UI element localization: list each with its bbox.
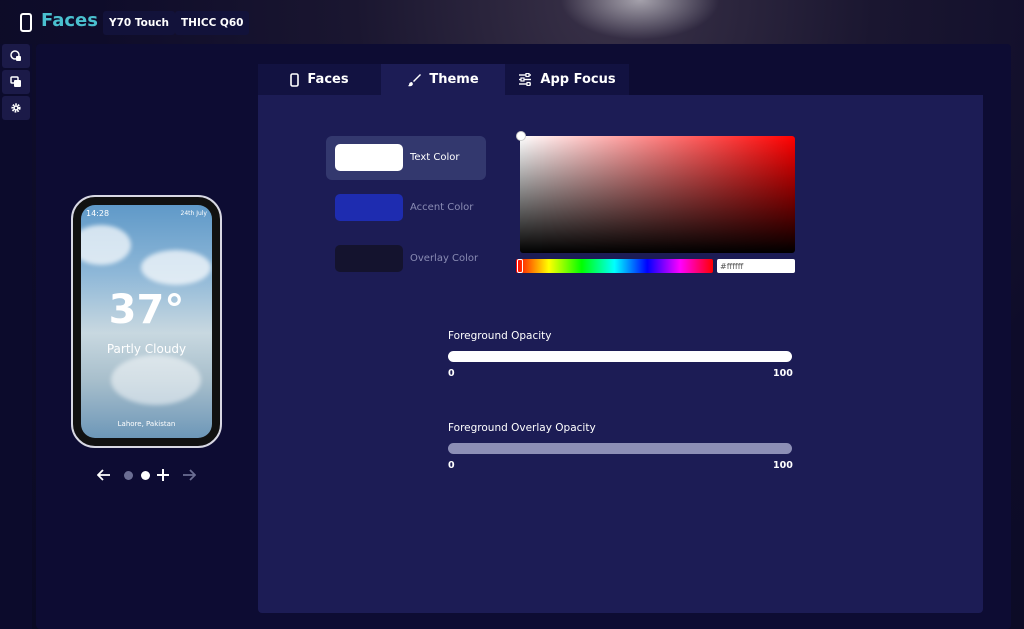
preview-location: Lahore, Pakistan [117, 420, 176, 428]
foreground-opacity-max: 100 [773, 368, 793, 379]
chat-icon [10, 50, 21, 61]
overlay-color-label: Overlay Color [410, 253, 479, 264]
device-tab-y70[interactable]: Y70 Touch [103, 11, 176, 35]
hue-slider[interactable] [516, 259, 713, 273]
watch-face-preview: 14:28 24th July 37° Partly Cloudy Lahore… [71, 195, 222, 448]
saturation-handle[interactable] [516, 131, 526, 141]
arrow-right-icon [183, 469, 196, 481]
foreground-overlay-opacity-max: 100 [773, 460, 793, 471]
top-bar: Faces Y70 Touch THICC Q60 [0, 0, 1024, 44]
faces-sidebar-button[interactable] [2, 44, 30, 68]
foreground-opacity-slider[interactable] [448, 351, 792, 362]
preview-screen: 14:28 24th July 37° Partly Cloudy Lahore… [81, 205, 212, 438]
cloud-shape [111, 355, 201, 405]
settings-sidebar-button[interactable] [2, 96, 30, 120]
cloud-shape [81, 225, 131, 265]
foreground-opacity-min: 0 [448, 368, 455, 379]
messages-sidebar-button[interactable] [2, 70, 30, 94]
arrow-left-icon [97, 469, 110, 481]
page-dot-active [140, 470, 150, 480]
overlay-color-option[interactable]: Overlay Color [326, 237, 486, 281]
text-color-option[interactable]: Text Color [326, 136, 486, 180]
next-button[interactable] [180, 465, 198, 485]
add-face-button[interactable] [155, 465, 171, 485]
message-icon [10, 76, 21, 87]
accent-color-label: Accent Color [410, 202, 474, 213]
text-color-swatch [335, 144, 403, 171]
device-tab-q60[interactable]: THICC Q60 [175, 11, 250, 35]
page-dot-inactive [123, 470, 133, 480]
tab-theme[interactable]: Theme [381, 64, 505, 95]
text-color-label: Text Color [410, 152, 460, 163]
accent-color-option[interactable]: Accent Color [326, 186, 486, 230]
preview-date: 24th July [180, 210, 208, 217]
accent-color-swatch [335, 194, 403, 221]
tab-theme-label: Theme [429, 72, 479, 87]
tab-faces[interactable]: Faces [258, 64, 381, 95]
overlay-color-swatch [335, 245, 403, 272]
foreground-overlay-opacity-label: Foreground Overlay Opacity [448, 422, 596, 434]
hue-handle[interactable] [517, 259, 523, 273]
tab-app-focus[interactable]: App Focus [505, 64, 629, 95]
preview-time: 14:28 [86, 209, 110, 218]
plus-icon [157, 469, 169, 481]
preview-temperature: 37° [108, 287, 185, 333]
tab-app-focus-label: App Focus [540, 72, 616, 87]
foreground-opacity-label: Foreground Opacity [448, 330, 552, 342]
foreground-overlay-opacity-min: 0 [448, 460, 455, 471]
previous-button[interactable] [95, 465, 113, 485]
gear-icon [11, 103, 21, 113]
phone-icon [290, 72, 300, 87]
preview-condition: Partly Cloudy [106, 342, 187, 356]
sliders-icon [519, 73, 532, 86]
cloud-shape [141, 250, 211, 285]
preview-pager [95, 465, 205, 485]
app-title: Faces [41, 10, 98, 31]
phone-logo-icon [20, 13, 32, 32]
foreground-overlay-opacity-slider[interactable] [448, 443, 792, 454]
left-sidebar [0, 44, 32, 629]
hex-color-input[interactable] [717, 259, 795, 273]
page-dot-1[interactable] [122, 465, 134, 485]
page-dot-2[interactable] [139, 465, 151, 485]
brush-icon [408, 73, 422, 86]
saturation-picker[interactable] [516, 131, 795, 253]
tab-faces-label: Faces [307, 72, 349, 87]
